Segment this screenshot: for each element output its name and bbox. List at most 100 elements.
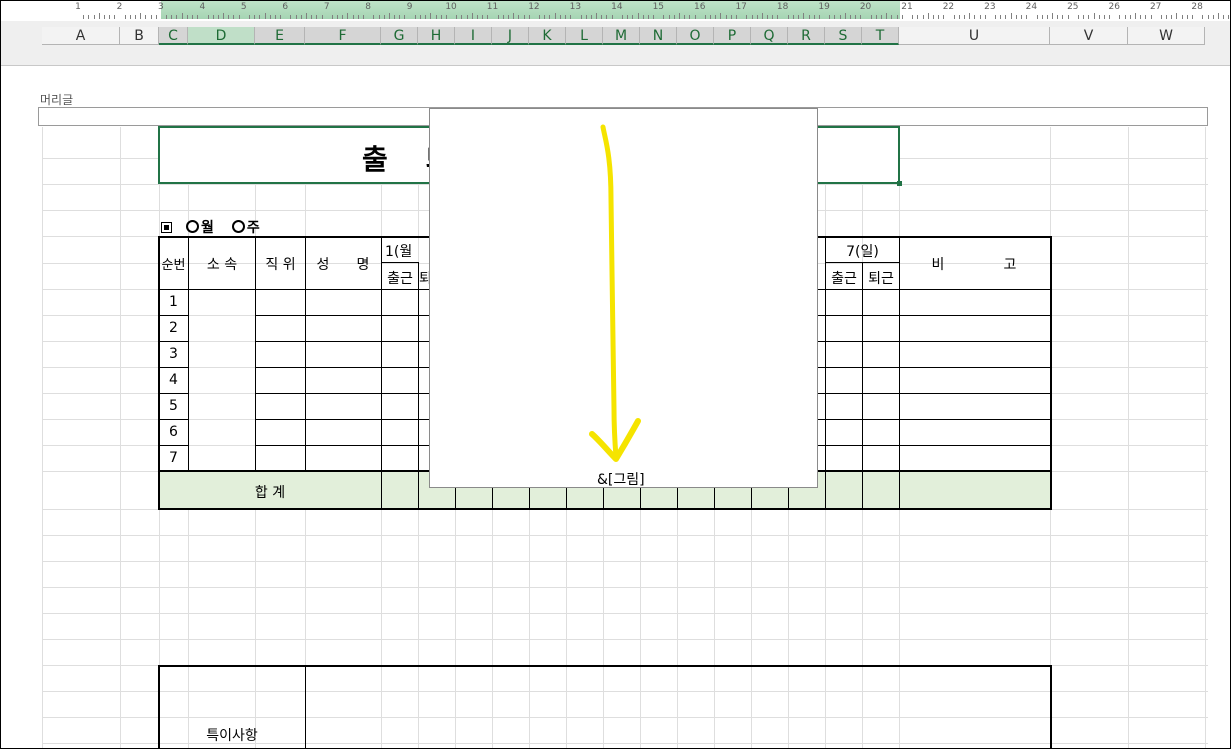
ruler-number: 2 xyxy=(116,2,123,12)
ruler-tick xyxy=(679,13,681,19)
ruler-tick xyxy=(1119,15,1121,19)
ruler-tick xyxy=(1145,15,1147,19)
ruler-tick xyxy=(896,15,898,19)
table-border xyxy=(158,419,188,420)
ruler-tick xyxy=(456,15,458,19)
ruler-tick xyxy=(1171,15,1173,19)
ruler-tick xyxy=(689,15,691,19)
column-header-d[interactable]: D xyxy=(188,27,255,45)
column-header-b[interactable]: B xyxy=(120,27,159,45)
ruler-tick xyxy=(207,15,209,19)
column-header-p[interactable]: P xyxy=(714,27,751,45)
column-header-t[interactable]: T xyxy=(862,27,899,45)
ruler-tick xyxy=(1186,15,1188,19)
ruler-tick xyxy=(274,15,276,19)
ruler-tick xyxy=(445,15,447,19)
ruler-tick xyxy=(176,15,178,19)
ruler-tick xyxy=(834,15,836,19)
row-number: 7 xyxy=(169,450,178,466)
ruler-number: 26 xyxy=(1108,2,1120,12)
table-border xyxy=(158,508,1051,510)
ruler-number: 24 xyxy=(1025,2,1038,12)
ruler-tick xyxy=(1150,15,1152,19)
ruler-number: 28 xyxy=(1191,2,1203,12)
ruler-tick xyxy=(166,15,168,19)
ruler-tick xyxy=(932,15,934,19)
column-header-r[interactable]: R xyxy=(788,27,825,45)
ruler-tick xyxy=(1000,15,1002,19)
table-border xyxy=(305,236,306,471)
grid-hline xyxy=(42,535,1208,536)
radio-circle-icon xyxy=(231,220,245,233)
ruler-tick xyxy=(414,15,416,19)
ruler-number: 20 xyxy=(859,2,872,12)
ruler-tick xyxy=(963,15,965,19)
column-header-l[interactable]: L xyxy=(566,27,603,45)
ruler-tick xyxy=(1036,15,1038,19)
table-border xyxy=(158,665,1051,667)
ruler-tick xyxy=(829,15,831,19)
header-dept: 소 속 xyxy=(206,257,238,273)
header-position: 직 위 xyxy=(265,257,296,273)
ruler-tick xyxy=(419,15,421,19)
ruler-tick xyxy=(145,15,147,19)
ruler-tick xyxy=(1228,15,1230,19)
header-checkout-day1: 퇴 xyxy=(419,271,432,287)
ruler-tick xyxy=(497,15,499,19)
ruler-tick xyxy=(321,15,323,19)
fill-handle[interactable] xyxy=(897,181,902,186)
ruler-tick xyxy=(860,15,862,19)
ruler-tick xyxy=(181,13,183,19)
column-header-j[interactable]: J xyxy=(492,27,529,45)
column-header-a[interactable]: A xyxy=(42,27,120,45)
column-header-w[interactable]: W xyxy=(1128,27,1205,45)
ruler-number: 5 xyxy=(240,2,247,12)
header-day7: 7(일) xyxy=(846,244,879,260)
ruler-tick xyxy=(280,15,282,19)
picture-field-code: &[그림] xyxy=(597,472,645,488)
ruler-tick xyxy=(238,15,240,19)
ruler-number: 21 xyxy=(901,2,913,12)
ruler-tick xyxy=(487,15,489,19)
ruler-tick xyxy=(995,15,997,19)
column-header-f[interactable]: F xyxy=(305,27,381,45)
ruler-tick xyxy=(305,13,307,19)
column-header-k[interactable]: K xyxy=(529,27,566,45)
ruler-tick xyxy=(912,15,914,19)
ruler-tick xyxy=(290,15,292,19)
column-header-s[interactable]: S xyxy=(825,27,862,45)
column-header-n[interactable]: N xyxy=(640,27,677,45)
yellow-arrow-icon xyxy=(589,124,641,462)
table-border xyxy=(255,236,256,471)
ruler-tick xyxy=(663,15,665,19)
ruler-tick xyxy=(264,13,266,19)
ruler-number: 25 xyxy=(1067,2,1079,12)
column-header-u[interactable]: U xyxy=(899,27,1050,45)
ruler-tick xyxy=(1052,13,1054,19)
ruler-tick xyxy=(710,15,712,19)
column-header-g[interactable]: G xyxy=(381,27,418,45)
ruler-tick xyxy=(601,15,603,19)
row-number: 6 xyxy=(169,424,178,440)
column-header-i[interactable]: I xyxy=(455,27,492,45)
ruler-number: 9 xyxy=(406,2,413,12)
table-border xyxy=(158,236,160,510)
column-header-c[interactable]: C xyxy=(159,27,188,45)
column-header-q[interactable]: Q xyxy=(751,27,788,45)
ruler-tick xyxy=(1181,15,1183,19)
table-border xyxy=(1050,665,1052,748)
column-header-o[interactable]: O xyxy=(677,27,714,45)
ruler-tick xyxy=(461,15,463,19)
ruler-tick xyxy=(736,15,738,19)
horizontal-ruler: 1 2 3 4 5 6 7 8 9 10 11 12 13 14 15 16 17 18 19 20 21 22 23 24 2… xyxy=(1,1,1230,22)
ruler-tick xyxy=(528,15,530,19)
column-header-m[interactable]: M xyxy=(603,27,640,45)
header-checkout-day7: 퇴근 xyxy=(868,271,894,287)
column-header-h[interactable]: H xyxy=(418,27,455,45)
column-header-e[interactable]: E xyxy=(255,27,305,45)
ruler-tick xyxy=(756,15,758,19)
ruler-tick xyxy=(508,15,510,19)
picture-placeholder-overlay[interactable] xyxy=(429,108,818,488)
column-header-v[interactable]: V xyxy=(1050,27,1128,45)
ruler-tick xyxy=(715,15,717,19)
